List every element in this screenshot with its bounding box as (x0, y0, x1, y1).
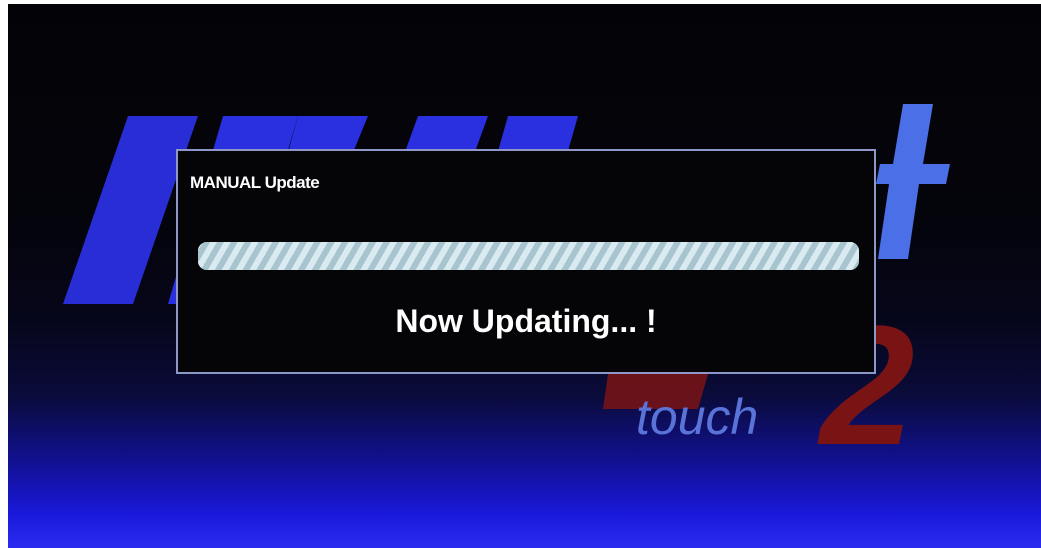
update-progress-bar (198, 242, 859, 270)
brand-logo-word: touch (636, 389, 758, 445)
dialog-title: MANUAL Update (190, 173, 320, 192)
update-dialog: MANUAL Update Now Updating... ! (176, 149, 876, 374)
update-status-text: Now Updating... ! (395, 303, 657, 339)
tv-screen: 2 touch MANUAL Update Now Updating... ! (8, 4, 1041, 548)
update-progress-fill (198, 242, 859, 270)
brand-logo-t (876, 104, 950, 259)
